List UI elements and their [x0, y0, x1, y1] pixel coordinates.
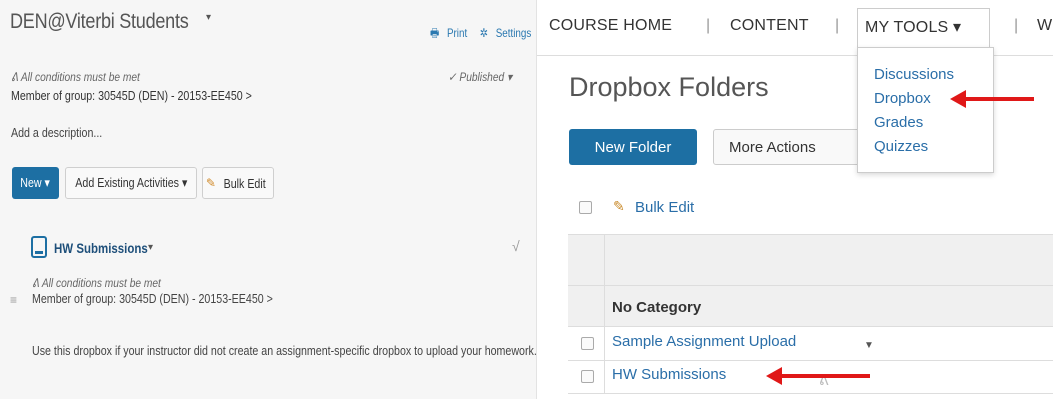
published-status[interactable]: ✓ Published ▾: [448, 70, 512, 84]
print-icon: 🖶: [430, 26, 440, 40]
add-existing-label: Add Existing Activities ▾: [74, 175, 188, 190]
nav-next-item[interactable]: W: [1037, 17, 1052, 35]
course-content-panel: DEN@Viterbi Students ▾ 🖶 Print ✲ Setting…: [0, 0, 537, 399]
pencil-icon: ✎: [613, 198, 625, 214]
module-group-restriction[interactable]: Member of group: 30545D (DEN) - 20153-EE…: [11, 88, 252, 103]
print-label: Print: [446, 26, 468, 40]
table-divider: [568, 393, 1053, 394]
drag-handle-icon[interactable]: ≡: [10, 293, 17, 307]
menu-item-quizzes[interactable]: Quizzes: [874, 138, 928, 155]
red-arrow-annotation: [766, 367, 870, 385]
bulk-edit-button[interactable]: ✎ Bulk Edit: [202, 167, 274, 199]
select-all-checkbox[interactable]: [579, 201, 592, 214]
conditions-icon: ᕕ: [11, 70, 18, 84]
row-checkbox[interactable]: [581, 337, 594, 350]
nav-content[interactable]: CONTENT: [730, 17, 809, 35]
nav-separator: |: [835, 17, 840, 34]
top-links: 🖶 Print ✲ Settings: [430, 24, 541, 45]
module-title-caret-icon[interactable]: ▾: [206, 12, 211, 23]
table-divider: [568, 285, 1053, 286]
item-conditions-text: All conditions must be met: [41, 276, 161, 290]
conditions-icon: ᕕ: [32, 276, 39, 290]
completion-check-icon: √: [512, 238, 520, 254]
add-existing-activities-button[interactable]: Add Existing Activities ▾: [65, 167, 197, 199]
check-icon: ✓: [448, 70, 457, 84]
settings-link[interactable]: ✲ Settings: [480, 26, 536, 40]
nav-separator: |: [1014, 17, 1019, 34]
new-button-label: New ▾: [20, 175, 51, 190]
module-conditions-text: All conditions must be met: [20, 70, 140, 84]
settings-gear-icon: ✲: [479, 26, 489, 40]
menu-item-discussions[interactable]: Discussions: [874, 66, 954, 83]
table-column-divider: [604, 234, 605, 394]
published-label: Published: [459, 70, 505, 84]
table-divider: [568, 326, 1053, 327]
print-link[interactable]: 🖶 Print: [430, 26, 472, 40]
red-arrow-annotation: [950, 90, 1034, 108]
my-tools-dropdown: Discussions Dropbox Grades Quizzes: [857, 47, 994, 173]
item-description: Use this dropbox if your instructor did …: [32, 343, 537, 358]
nav-separator: |: [706, 17, 711, 34]
module-title[interactable]: DEN@Viterbi Students: [10, 10, 189, 34]
category-header: No Category: [612, 299, 702, 316]
new-folder-button[interactable]: New Folder: [569, 129, 697, 165]
table-divider: [568, 360, 1053, 361]
row-checkbox[interactable]: [581, 370, 594, 383]
dropbox-panel: COURSE HOME | CONTENT | MY TOOLS ▾ | W D…: [537, 0, 1053, 399]
hw-caret-icon[interactable]: ▾: [148, 242, 153, 253]
caret-down-icon: ▾: [507, 70, 513, 84]
bulk-edit-label: Bulk Edit: [223, 175, 266, 191]
page-title: Dropbox Folders: [569, 72, 769, 102]
bulk-edit-link[interactable]: Bulk Edit: [635, 199, 694, 216]
nav-course-home[interactable]: COURSE HOME: [549, 17, 672, 35]
settings-label: Settings: [495, 26, 532, 40]
folder-link-hw-submissions[interactable]: HW Submissions: [612, 366, 726, 383]
folder-link-sample-assignment[interactable]: Sample Assignment Upload: [612, 333, 796, 350]
pencil-icon: ✎: [205, 176, 216, 190]
more-actions-button[interactable]: More Actions: [713, 129, 861, 165]
item-conditions[interactable]: ᕕ All conditions must be met: [32, 276, 161, 290]
module-conditions[interactable]: ᕕ All conditions must be met: [11, 70, 140, 84]
dropbox-device-icon: [31, 236, 47, 258]
menu-item-dropbox[interactable]: Dropbox: [874, 90, 931, 107]
add-description-link[interactable]: Add a description...: [11, 125, 102, 140]
hw-submissions-link[interactable]: HW Submissions: [54, 240, 148, 256]
nav-my-tools[interactable]: MY TOOLS ▾: [865, 17, 961, 37]
menu-item-grades[interactable]: Grades: [874, 114, 923, 131]
new-button[interactable]: New ▾: [12, 167, 59, 199]
row-caret-down-icon[interactable]: ▼: [864, 340, 874, 351]
item-group-restriction[interactable]: Member of group: 30545D (DEN) - 20153-EE…: [32, 291, 273, 306]
